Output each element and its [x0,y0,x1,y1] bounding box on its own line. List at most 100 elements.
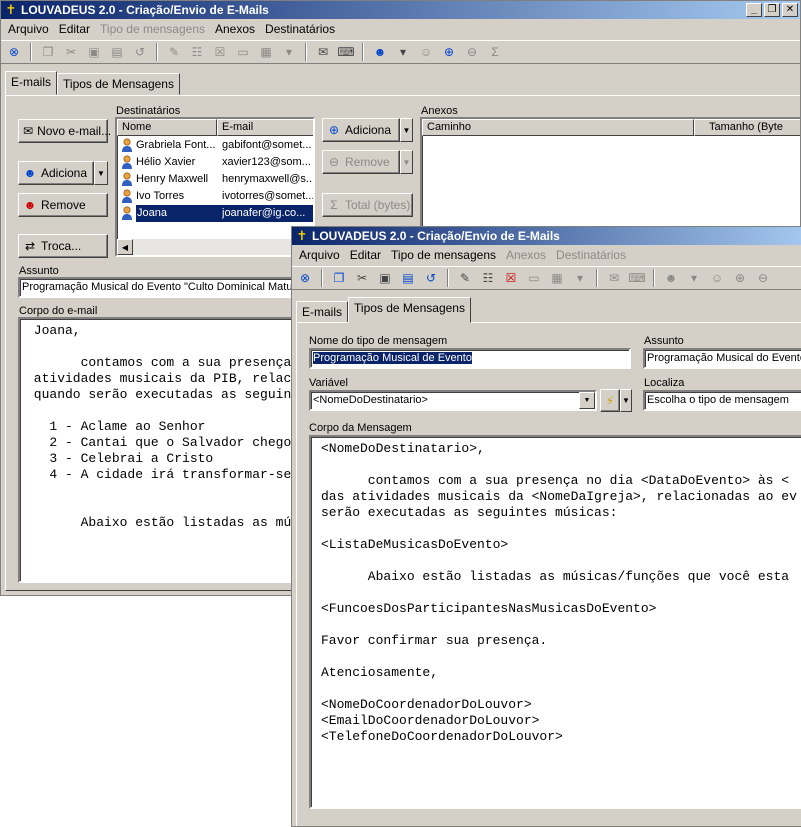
corpo-email-textarea[interactable]: Joana, contamos com a sua presença ativi… [18,317,308,583]
column-header-nome[interactable]: Nome [117,119,217,136]
toolbar-separator [156,43,158,61]
menu-tipo-de-mensagens[interactable]: Tipo de mensagens [95,20,210,39]
destinatarios-list[interactable]: Nome E-mail Grabriela Font... gabifont@s… [115,117,315,257]
novo-email-button[interactable]: ✉ Novo e-mail... [18,119,111,143]
cut-icon[interactable]: ✂ [352,268,372,288]
paste-icon[interactable]: ▣ [375,268,395,288]
menu-arquivo[interactable]: Arquivo [3,20,54,39]
menu-anexos[interactable]: Anexos [501,246,551,265]
undo-icon[interactable]: ↺ [421,268,441,288]
insert-variable-dropdown-arrow[interactable]: ▼ [620,389,632,412]
menu-tipo-de-mensagens[interactable]: Tipo de mensagens [386,246,501,265]
adiciona-anexo-dropdown-arrow[interactable]: ▼ [400,118,413,142]
adiciona-destinatario-button[interactable]: ☻ Adiciona [18,161,94,185]
tab-emails[interactable]: E-mails [296,301,349,323]
corpo-mensagem-textarea[interactable]: <NomeDoDestinatario>, contamos com a sua… [309,435,801,809]
new-document-icon[interactable]: ▤ [398,268,418,288]
window-titlebar[interactable]: ✝ LOUVADEUS 2.0 - Criação/Envio de E-Mai… [1,1,800,19]
menu-arquivo[interactable]: Arquivo [294,246,345,265]
remove-anexo-button[interactable]: ⊖ Remove [322,150,400,174]
tab-tipos-de-mensagens[interactable]: Tipos de Mensagens [348,297,471,323]
edit-list-icon[interactable]: ☷ [187,42,207,62]
menu-anexos[interactable]: Anexos [210,20,260,39]
text-line [26,339,291,355]
send-mail-icon[interactable]: ✉ [313,42,333,62]
edit-list-icon[interactable]: ☷ [478,268,498,288]
person-icon [121,189,133,204]
horizontal-scrollbar[interactable]: ◀ [117,239,313,255]
menu-editar[interactable]: Editar [345,246,386,265]
keyboard-icon[interactable]: ⌨ [336,42,356,62]
list-item[interactable]: Ivo Torres ivotorres@somet... [117,188,313,205]
list-item[interactable]: Henry Maxwell henrymaxwell@s... [117,171,313,188]
list-item-selected[interactable]: Joana joanafer@ig.co... [117,205,313,222]
variavel-combobox[interactable]: <NomeDoDestinatario> ▼ [309,390,597,411]
scroll-left-arrow[interactable]: ◀ [117,239,133,255]
copy-icon[interactable]: ❐ [329,268,349,288]
tab-emails[interactable]: E-mails [5,71,58,95]
assunto-label: Assunto [644,335,684,347]
localiza-combobox[interactable]: Escolha o tipo de mensagem [643,390,801,411]
add-user-icon[interactable]: ☻ [370,42,390,62]
edit-icon[interactable]: ✎ [164,42,184,62]
chevron-down-icon[interactable]: ▾ [684,268,704,288]
save-icon[interactable]: ▦ [256,42,276,62]
close-circle-icon[interactable]: ⊗ [4,42,24,62]
list-item[interactable]: Hélio Xavier xavier123@som... [117,154,313,171]
keyboard-icon[interactable]: ⌨ [627,268,647,288]
attach-remove-icon[interactable]: ⊖ [753,268,773,288]
paperclip-remove-icon: ⊖ [328,155,340,169]
menu-editar[interactable]: Editar [54,20,95,39]
assunto-input[interactable]: Programação Musical do Evento "Culto Dom… [18,277,308,298]
close-circle-icon[interactable]: ⊗ [295,268,315,288]
remove-anexo-dropdown-arrow[interactable]: ▼ [400,150,413,174]
restore-button[interactable]: ❐ [764,3,780,17]
chevron-down-icon[interactable]: ▾ [393,42,413,62]
add-user-icon[interactable]: ☻ [661,268,681,288]
undo-icon[interactable]: ↺ [130,42,150,62]
total-bytes-button[interactable]: Σ Total (bytes) [322,193,413,217]
window-titlebar[interactable]: ✝ LOUVADEUS 2.0 - Criação/Envio de E-Mai… [292,227,801,245]
insert-variable-button[interactable]: ⚡ [600,389,620,412]
remove-destinatario-button[interactable]: ☻ Remove [18,193,108,217]
tab-tipos-de-mensagens[interactable]: Tipos de Mensagens [57,73,180,95]
dropdown-icon[interactable]: ▾ [570,268,590,288]
column-header-caminho[interactable]: Caminho [422,119,694,136]
column-header-email[interactable]: E-mail [217,119,313,136]
minimize-button[interactable]: _ [746,3,762,17]
list-item[interactable]: Grabriela Font... gabifont@somet... [117,137,313,154]
edit-icon[interactable]: ✎ [455,268,475,288]
send-mail-icon[interactable]: ✉ [604,268,624,288]
text-line [321,521,797,537]
attach-remove-icon[interactable]: ⊖ [462,42,482,62]
paste-icon[interactable]: ▣ [84,42,104,62]
copy-icon[interactable]: ❐ [38,42,58,62]
adiciona-anexo-button[interactable]: ⊕ Adiciona [322,118,400,142]
anexos-list[interactable]: Caminho Tamanho (Byte [420,117,800,229]
delete-icon[interactable]: ☒ [501,268,521,288]
delete-icon[interactable]: ☒ [210,42,230,62]
text-line: contamos com a sua presença [26,355,292,370]
menu-destinatarios[interactable]: Destinatários [551,246,631,265]
column-header-tamanho[interactable]: Tamanho (Byte [694,119,800,136]
window-title: LOUVADEUS 2.0 - Criação/Envio de E-Mails [21,3,269,17]
sum-icon[interactable]: Σ [485,42,505,62]
remove-user-icon[interactable]: ☺ [707,268,727,288]
save-icon[interactable]: ▦ [547,268,567,288]
attach-add-icon[interactable]: ⊕ [439,42,459,62]
window-icon[interactable]: ▭ [524,268,544,288]
nome-tipo-input[interactable]: Programação Musical de Evento [309,348,631,369]
window-icon[interactable]: ▭ [233,42,253,62]
menu-destinatarios[interactable]: Destinatários [260,20,340,39]
dropdown-icon[interactable]: ▾ [279,42,299,62]
attach-add-icon[interactable]: ⊕ [730,268,750,288]
new-document-icon[interactable]: ▤ [107,42,127,62]
remove-user-icon[interactable]: ☺ [416,42,436,62]
close-button[interactable]: ✕ [782,3,798,17]
troca-button[interactable]: ⇄ Troca... [18,234,108,258]
variavel-dropdown-arrow[interactable]: ▼ [579,392,595,409]
adiciona-dropdown-arrow[interactable]: ▼ [94,161,108,185]
text-line: Favor confirmar sua presença. [321,633,548,648]
assunto-input[interactable]: Programação Musical do Evento [643,348,801,369]
cut-icon[interactable]: ✂ [61,42,81,62]
